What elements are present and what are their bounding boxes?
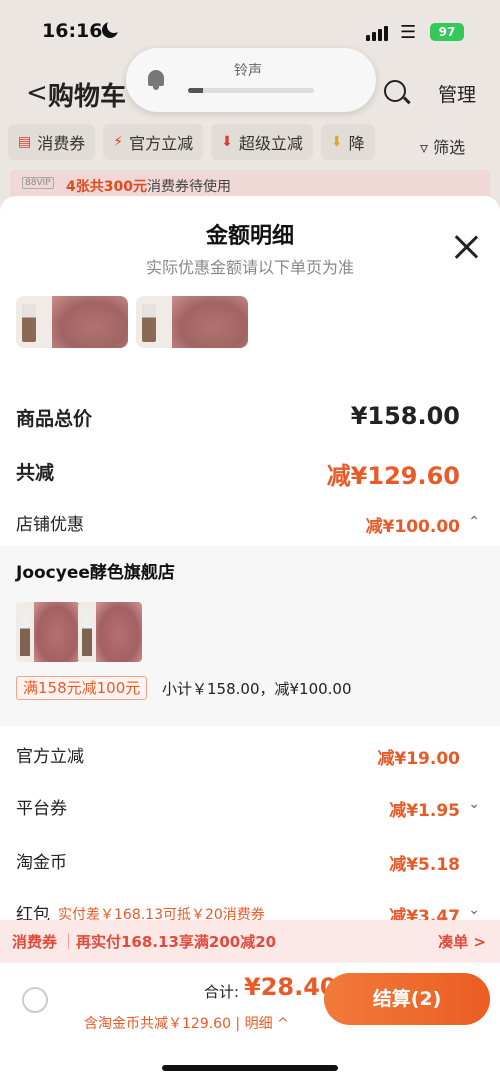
vip-highlight: 4张共300元	[66, 179, 147, 195]
wifi-icon: ☰	[400, 22, 417, 43]
volume-fill	[188, 88, 204, 93]
home-indicator	[162, 1065, 338, 1071]
funnel-icon: ▿	[420, 138, 429, 157]
coupon-icon: ▤	[18, 134, 32, 150]
down-arrow-icon: ⬇	[221, 134, 233, 150]
chevron-up-icon[interactable]: ⌃	[468, 514, 480, 530]
chip-label: 降	[348, 134, 365, 153]
signal-icon	[366, 26, 388, 41]
coupon-label: 消费券	[12, 933, 58, 951]
search-icon[interactable]	[384, 80, 406, 102]
sheet-title: 金额明细	[205, 224, 294, 249]
vip-badge: 88VIP	[22, 177, 54, 189]
coupon-text: 再实付168.13享满200减20	[76, 933, 277, 951]
shop-discount-value: 减¥100.00	[365, 517, 460, 537]
platform-coupon-value: 减¥1.95	[389, 801, 460, 821]
back-button[interactable]: <	[26, 78, 48, 108]
volume-label: 铃声	[234, 63, 262, 79]
platform-coupon-label: 平台券	[16, 799, 67, 819]
total-off-value: 减¥129.60	[326, 462, 460, 490]
chip-label: 消费券	[37, 134, 86, 153]
product-image	[78, 602, 142, 662]
promo-tag: 满158元减100元	[16, 676, 148, 700]
total-label: 合计:	[204, 983, 240, 1001]
chip-super[interactable]: ⬇ 超级立减	[211, 124, 313, 160]
taojinbi-label: 淘金币	[16, 853, 67, 873]
sheet-subtitle: 实际优惠金额请以下单页为准	[145, 258, 354, 277]
lightning-icon: ⚡	[113, 134, 124, 150]
taojinbi-value: 减¥5.18	[389, 855, 460, 875]
filter-button[interactable]: ▿ 筛选	[420, 134, 465, 158]
chip-coupon[interactable]: ▤ 消费券	[8, 124, 96, 160]
total-off-label: 共减	[16, 462, 55, 484]
chip-official[interactable]: ⚡ 官方立减	[103, 124, 204, 160]
checkout-button[interactable]: 结算(2)	[324, 973, 490, 1025]
product-thumbnail	[136, 296, 248, 348]
shop-name: Joocyee酵色旗舰店	[16, 563, 175, 583]
product-image	[16, 602, 80, 662]
volume-hud: 铃声	[126, 48, 376, 112]
moon-icon	[102, 19, 121, 38]
down-arrow-icon: ⬇	[330, 134, 343, 150]
amount-detail-sheet: 金额明细 实际优惠金额请以下单页为准 商品总价 ¥158.00 共减 减¥129…	[0, 196, 500, 1082]
shop-discount-label: 店铺优惠	[16, 515, 84, 535]
divider	[68, 933, 69, 949]
shop-subtotal: 小计￥158.00，减¥100.00	[162, 680, 352, 698]
chip-label: 超级立减	[238, 134, 303, 153]
status-time: 16:16	[42, 20, 103, 42]
chevron-down-icon[interactable]: ⌄	[468, 796, 480, 812]
goods-total-value: ¥158.00	[350, 402, 460, 430]
select-all-checkbox[interactable]	[22, 987, 48, 1013]
chip-label: 官方立减	[129, 134, 194, 153]
official-discount-value: 减¥19.00	[377, 749, 460, 769]
bell-icon	[146, 68, 166, 90]
page-title: 购物车	[48, 82, 127, 112]
coupon-bar[interactable]: 消费券 再实付168.13享满200减20 凑单 >	[0, 920, 500, 962]
manage-button[interactable]: 管理	[438, 80, 476, 107]
battery-icon: 97	[430, 23, 464, 41]
total-value: ¥28.40	[244, 973, 337, 1001]
checkout-footer: 合计: ¥28.40 含淘金币共减￥129.60 | 明细 ^ 结算(2)	[0, 962, 500, 1082]
official-discount-label: 官方立减	[16, 747, 84, 767]
close-icon[interactable]	[452, 232, 482, 262]
total-discount-note[interactable]: 含淘金币共减￥129.60 | 明细 ^	[84, 1013, 289, 1033]
chip-drop[interactable]: ⬇ 降	[320, 124, 375, 160]
product-thumbnail	[16, 296, 128, 348]
volume-bar	[188, 88, 314, 93]
filter-label: 筛选	[433, 138, 466, 157]
add-items-link[interactable]: 凑单 >	[438, 931, 486, 952]
goods-total-label: 商品总价	[16, 408, 93, 430]
shop-detail: Joocyee酵色旗舰店 满158元减100元 小计￥158.00，减¥100.…	[0, 546, 500, 726]
chevron-down-icon[interactable]: ⌄	[468, 902, 480, 918]
vip-desc: 消费券待使用	[146, 179, 231, 195]
vip-text: 4张共300元消费券待使用	[66, 176, 231, 196]
